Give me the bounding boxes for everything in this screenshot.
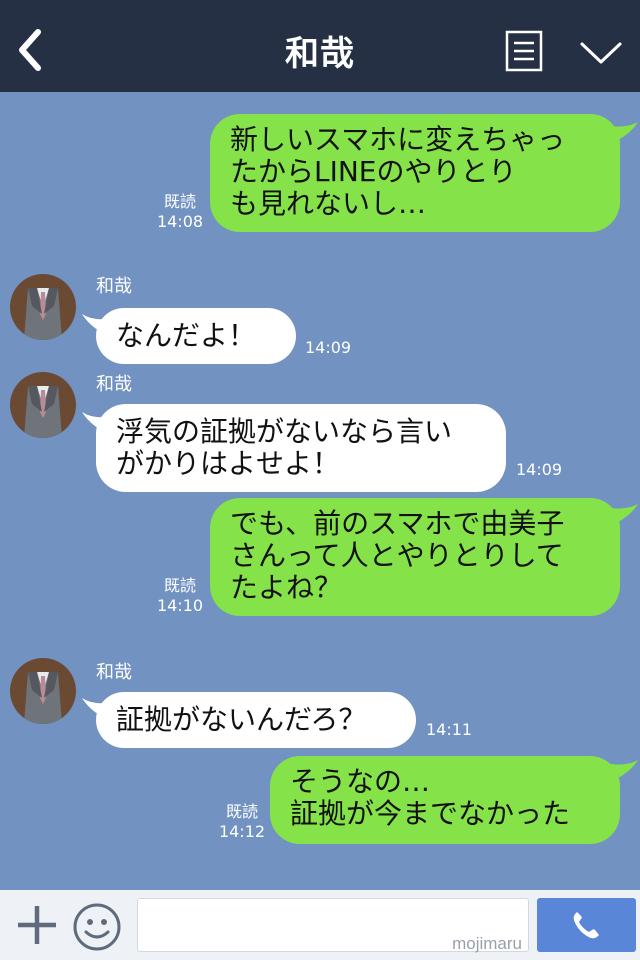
watermark: mojimaru [452,934,522,953]
read-label: 既読 [225,802,258,821]
outgoing-message: 既読 14:12 そうなの… 証拠が今までなかった [0,754,640,854]
read-status: 既読 14:12 [212,802,272,842]
avatar[interactable] [10,658,76,724]
call-button[interactable] [537,898,636,952]
incoming-message: 和哉 証拠がないんだろ？ 14:11 [0,658,640,758]
chat-header: 和哉 [0,0,640,92]
message-bubble[interactable]: 証拠がないんだろ？ [96,692,416,748]
read-status: 既読 14:08 [150,192,210,232]
message-time: 14:10 [156,596,204,615]
phone-icon [573,912,599,939]
read-label: 既読 [163,576,196,595]
read-status: 既読 14:10 [150,576,210,616]
message-bubble[interactable]: そうなの… 証拠が今までなかった [270,756,620,844]
message-bubble[interactable]: 浮気の証拠がないなら言い がかりはよせよ！ [96,404,506,492]
menu-button[interactable] [505,30,543,72]
message-bubble[interactable]: でも、前のスマホで由美子 さんって人とやりとりして たよね？ [210,498,620,616]
incoming-message: 和哉 なんだよ！ 14:09 [0,272,640,372]
avatar-suit-image [10,658,76,724]
add-button[interactable] [14,902,60,948]
chevron-down-icon [580,42,622,64]
sender-name: 和哉 [96,374,132,395]
message-time: 14:09 [516,460,563,479]
read-label: 既読 [163,192,196,211]
message-composer: mojimaru [0,890,640,960]
avatar-suit-image [10,274,76,340]
sender-name: 和哉 [96,276,132,297]
message-time: 14:12 [218,822,266,841]
smiley-icon [73,903,121,951]
message-time: 14:08 [156,212,204,231]
list-menu-icon [505,30,543,72]
emoji-button[interactable] [72,902,122,952]
message-time: 14:09 [305,338,352,357]
chat-area[interactable]: 既読 14:08 新しいスマホに変えちゃっ たからLINEのやりとり も見れない… [0,92,640,890]
message-time: 14:11 [426,720,473,739]
avatar[interactable] [10,372,76,438]
avatar-suit-image [10,372,76,438]
avatar[interactable] [10,274,76,340]
sender-name: 和哉 [96,662,132,683]
plus-icon [18,906,56,944]
incoming-message: 和哉 浮気の証拠がないなら言い がかりはよせよ！ 14:09 [0,370,640,500]
collapse-button[interactable] [576,36,626,68]
outgoing-message: 既読 14:08 新しいスマホに変えちゃっ たからLINEのやりとり も見れない… [0,92,640,242]
message-bubble[interactable]: なんだよ！ [96,308,296,364]
message-bubble[interactable]: 新しいスマホに変えちゃっ たからLINEのやりとり も見れないし… [210,114,620,232]
outgoing-message: 既読 14:10 でも、前のスマホで由美子 さんって人とやりとりして たよね？ [0,496,640,626]
chat-title: 和哉 [285,34,355,74]
